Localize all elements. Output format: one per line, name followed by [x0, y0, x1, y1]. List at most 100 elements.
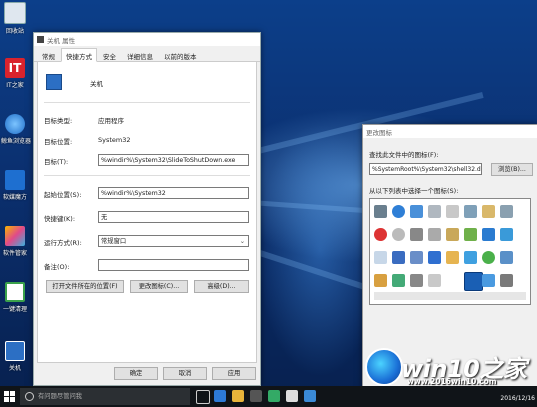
icon-option[interactable] — [374, 274, 387, 287]
ithome-icon: IT — [5, 58, 25, 78]
run-select-value: 常规窗口 — [101, 238, 127, 245]
properties-tabs: 常规 快捷方式 安全 详细信息 以前的版本 — [34, 48, 260, 62]
windows-tile-icon[interactable] — [286, 390, 298, 402]
icon-option[interactable] — [464, 205, 477, 218]
icon-grid-scrollbar[interactable] — [374, 292, 526, 300]
windows-logo-icon — [4, 391, 9, 396]
icon-option[interactable] — [464, 251, 477, 264]
window-title: 关机 属性 — [47, 36, 76, 45]
cortana-search-box[interactable]: 有问题尽管问我 — [20, 388, 190, 405]
icon-option[interactable] — [482, 274, 495, 287]
icon-option[interactable] — [446, 205, 459, 218]
desktop-icon-label: 回收站 — [5, 28, 24, 35]
divider — [44, 102, 250, 103]
hotkey-field[interactable]: 无 — [98, 211, 249, 223]
icon-option[interactable] — [392, 251, 405, 264]
windows-logo-icon — [10, 397, 15, 402]
icon-option[interactable] — [410, 205, 423, 218]
comment-field[interactable] — [98, 259, 249, 271]
properties-window: 关机 属性 常规 快捷方式 安全 详细信息 以前的版本 关机 目标类型: 应用程… — [33, 32, 261, 386]
run-label: 运行方式(R): — [44, 239, 82, 247]
icon-option[interactable] — [374, 251, 387, 264]
icon-option[interactable] — [392, 205, 405, 218]
chevron-down-icon: ⌄ — [239, 238, 245, 245]
desktop-icon-label: 软件管家 — [2, 250, 27, 257]
desktop-icon-label: 软媒魔方 — [2, 194, 27, 201]
tab-general[interactable]: 常规 — [37, 48, 60, 61]
start-in-field[interactable]: %windir%\System32 — [98, 187, 249, 199]
desktop-icon-software-manager[interactable]: 软件管家 — [1, 226, 29, 257]
desktop-icon-recycle-bin[interactable]: 回收站 — [1, 2, 29, 35]
desktop-icon-label: 鲸鱼浏览器 — [1, 138, 32, 145]
icon-option[interactable] — [482, 251, 495, 264]
taskbar: 有问题尽管问我 2016/12/16 — [0, 386, 537, 407]
run-select[interactable]: 常规窗口 ⌄ — [98, 235, 249, 247]
icon-option[interactable] — [446, 251, 459, 264]
store-icon[interactable] — [250, 390, 262, 402]
start-button[interactable] — [4, 391, 15, 402]
tab-previous-versions[interactable]: 以前的版本 — [159, 48, 202, 61]
icon-option[interactable] — [500, 228, 513, 241]
clock[interactable]: 2016/12/16 — [500, 395, 535, 402]
icon-option[interactable] — [392, 228, 405, 241]
icon-file-path-field[interactable]: %SystemRoot%\System32\shell32.d — [369, 163, 482, 175]
icon-option[interactable] — [410, 251, 423, 264]
software-manager-icon — [5, 226, 25, 246]
task-view-icon[interactable] — [196, 390, 210, 404]
icon-option[interactable] — [374, 228, 387, 241]
apply-button[interactable]: 应用 — [212, 367, 256, 380]
icon-option[interactable] — [428, 228, 441, 241]
tab-details[interactable]: 详细信息 — [122, 48, 158, 61]
shortcut-icon — [46, 74, 62, 90]
advanced-button[interactable]: 高级(D)... — [194, 280, 249, 293]
edge-icon[interactable] — [214, 390, 226, 402]
browse-button[interactable]: 浏览(B)... — [491, 163, 533, 176]
ok-button[interactable]: 确定 — [114, 367, 158, 380]
change-icon-button[interactable]: 更改图标(C)... — [130, 280, 188, 293]
change-icon-titlebar[interactable]: 更改图标 — [363, 125, 537, 138]
icon-option[interactable] — [446, 228, 459, 241]
icon-option[interactable] — [482, 205, 495, 218]
icon-option[interactable] — [428, 274, 441, 287]
desktop-icon-browser[interactable]: 鲸鱼浏览器 — [1, 114, 32, 145]
tab-security[interactable]: 安全 — [98, 48, 121, 61]
watermark-url: www.2016win10.com — [407, 377, 497, 386]
target-type-label: 目标类型: — [44, 117, 73, 125]
win10-logo-icon — [365, 348, 403, 386]
icon-grid[interactable] — [369, 198, 531, 305]
icon-option[interactable] — [374, 205, 387, 218]
icon-option[interactable] — [500, 205, 513, 218]
explorer-icon[interactable] — [232, 390, 244, 402]
icon-option[interactable] — [464, 228, 477, 241]
app-icon[interactable] — [304, 390, 316, 402]
watermark: win10之家 www.2016win10.com — [365, 348, 537, 388]
target-field[interactable]: %windir%\System32\SlideToShutDown.exe — [98, 154, 249, 166]
dialog-title: 更改图标 — [366, 128, 392, 137]
comment-label: 备注(O): — [44, 263, 70, 271]
icon-option[interactable] — [500, 274, 513, 287]
shortcut-name: 关机 — [90, 80, 103, 88]
icon-option[interactable] — [410, 274, 423, 287]
desktop-icon-shutdown[interactable]: 关机 — [1, 341, 29, 372]
icon-option[interactable] — [428, 205, 441, 218]
target-location-value: System32 — [98, 136, 131, 144]
icon-option[interactable] — [392, 274, 405, 287]
desktop-icon-ithome[interactable]: IT IT之家 — [1, 58, 29, 89]
windows-logo-icon — [4, 397, 9, 402]
open-file-location-button[interactable]: 打开文件所在的位置(F) — [46, 280, 124, 293]
properties-titlebar[interactable]: 关机 属性 — [34, 33, 260, 46]
search-file-label: 查找此文件中的图标(F): — [369, 151, 439, 159]
window-icon — [37, 36, 44, 43]
app-icon[interactable] — [268, 390, 280, 402]
selected-icon-option[interactable] — [464, 272, 483, 291]
tab-shortcut[interactable]: 快捷方式 — [61, 48, 97, 62]
windows-tile-icon — [5, 170, 25, 190]
icon-option[interactable] — [428, 251, 441, 264]
desktop-icon-one-key-clean[interactable]: 一键清理 — [1, 282, 29, 313]
cancel-button[interactable]: 取消 — [163, 367, 207, 380]
desktop-icon-rubik[interactable]: 软媒魔方 — [1, 170, 29, 201]
icon-option[interactable] — [410, 228, 423, 241]
icon-option[interactable] — [500, 251, 513, 264]
icon-option[interactable] — [482, 228, 495, 241]
icon-list-label: 从以下列表中选择一个图标(S): — [369, 187, 459, 195]
